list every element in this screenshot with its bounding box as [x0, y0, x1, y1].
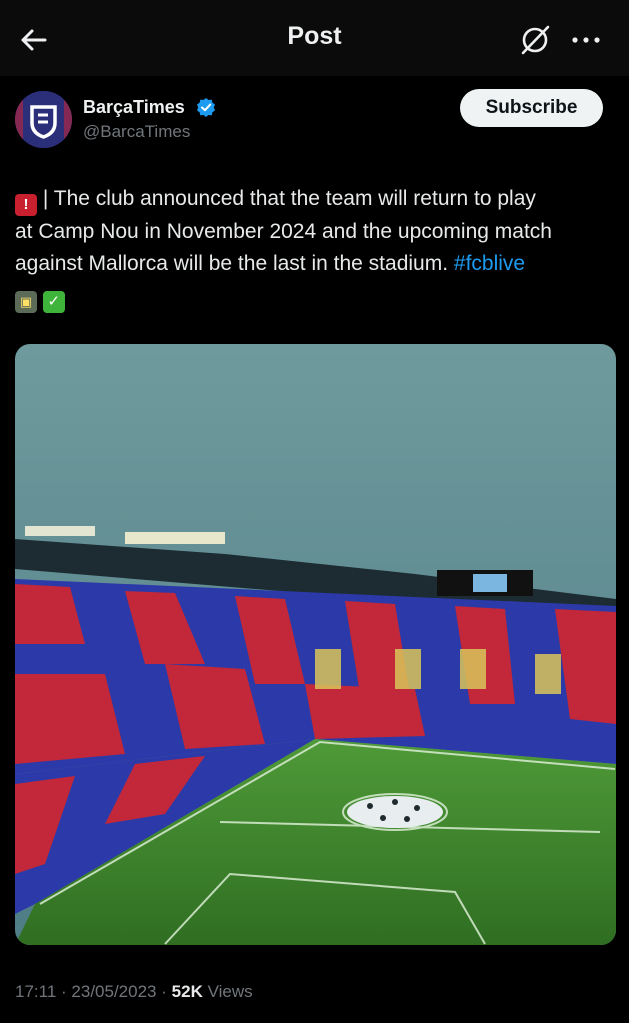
avatar[interactable]	[15, 91, 72, 148]
stadium-photo	[15, 344, 616, 945]
views-count[interactable]: 52K	[172, 982, 203, 1001]
post-time: 17:11	[15, 982, 57, 1001]
siren-emoji: !	[15, 194, 37, 216]
views-label[interactable]: Views	[208, 982, 253, 1001]
stadium-emoji: ▣	[15, 291, 37, 313]
tweet-line-1: | The club announced that the team will …	[42, 187, 536, 210]
post-image[interactable]	[15, 344, 616, 945]
meta-separator: ·	[61, 982, 67, 1001]
barcatimes-logo-icon	[15, 91, 72, 148]
top-bar: Post	[0, 0, 629, 76]
subscribe-button[interactable]: Subscribe	[460, 89, 603, 127]
post-meta: 17:11 · 23/05/2023 · 52K Views	[15, 982, 253, 1002]
meta-separator-2: ·	[161, 982, 167, 1001]
verified-badge-icon	[197, 98, 215, 117]
grok-button[interactable]	[515, 20, 555, 60]
author-handle[interactable]: @BarcaTimes	[83, 122, 190, 142]
hashtag-link[interactable]: #fcblive	[454, 252, 525, 275]
tweet-text: ! | The club announced that the team wil…	[15, 183, 615, 313]
more-button[interactable]	[566, 20, 606, 60]
tweet-line-3: against Mallorca will be the last in the…	[15, 252, 449, 275]
tweet-line-2: at Camp Nou in November 2024 and the upc…	[15, 220, 552, 243]
post-date: 23/05/2023	[71, 982, 157, 1001]
check-mark-emoji: ✓	[42, 291, 65, 313]
more-horizontal-icon	[572, 37, 600, 43]
grok-icon	[521, 25, 550, 55]
author-name[interactable]: BarçaTimes	[83, 97, 185, 118]
